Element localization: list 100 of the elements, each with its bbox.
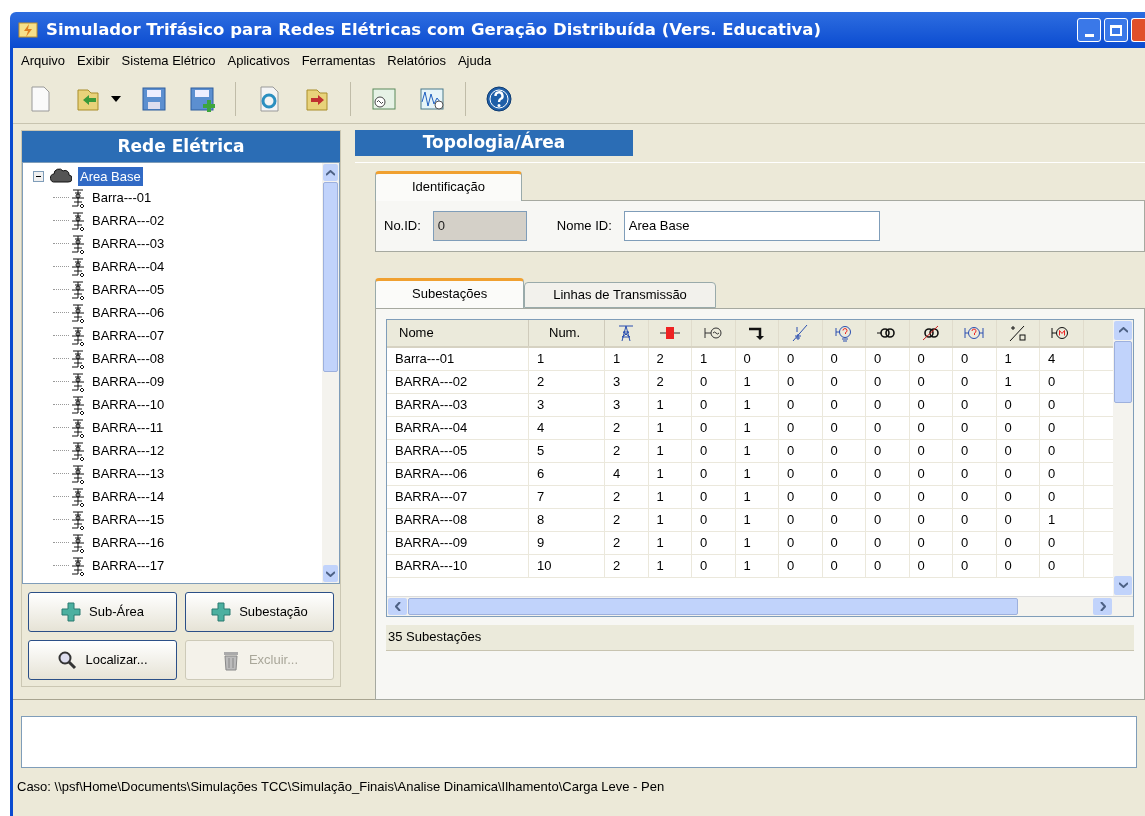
help-icon[interactable] <box>484 83 514 114</box>
collapse-toggle[interactable] <box>33 170 44 182</box>
table-cell: 0 <box>1040 416 1084 439</box>
panel-header: Topologia/Área <box>355 130 633 156</box>
menu-item[interactable]: Ajuda <box>457 51 492 71</box>
bus-icon <box>69 371 87 392</box>
action-button[interactable]: Sub-Área <box>28 592 177 632</box>
tree-item[interactable]: BARRA---04 <box>92 257 165 277</box>
table-cell: 5 <box>529 439 605 462</box>
table-cell: 0 <box>692 393 736 416</box>
table-cell: BARRA---09 <box>387 531 529 554</box>
table-cell: 3 <box>605 370 649 393</box>
horizontal-scrollbar[interactable] <box>387 595 1133 616</box>
table-cell: 0 <box>909 393 953 416</box>
table-cell: 0 <box>953 439 997 462</box>
tree-item[interactable]: BARRA---14 <box>92 487 165 507</box>
status-text: Caso: \\psf\Home\Documents\Simulações TCC\Simulação_Finais\Analise Dinamica\Ilhamento\Carga Leve - Pen <box>17 778 665 797</box>
table-cell: BARRA---06 <box>387 462 529 485</box>
scroll-thumb[interactable] <box>323 182 338 373</box>
tree-item[interactable]: BARRA---10 <box>92 395 165 415</box>
tree-item[interactable]: BARRA---05 <box>92 280 165 300</box>
tree-item[interactable]: BARRA---07 <box>92 326 165 346</box>
table-cell: 1 <box>996 370 1040 393</box>
tab[interactable]: Linhas de Transmissão <box>524 281 716 308</box>
menu-item[interactable]: Arquivo <box>21 51 66 71</box>
table-cell: 0 <box>779 347 823 370</box>
table-cell: 0 <box>692 554 736 577</box>
table-cell: 0 <box>866 439 910 462</box>
column-header[interactable]: Num. <box>529 319 605 346</box>
tree-item[interactable]: Area Base <box>78 166 143 187</box>
table-cell: 0 <box>822 370 866 393</box>
table-cell: 0 <box>953 393 997 416</box>
text-field[interactable]: Area Base <box>623 210 880 241</box>
tree-item[interactable]: BARRA---11 <box>92 418 164 438</box>
vertical-scrollbar[interactable] <box>322 163 339 583</box>
tab[interactable]: Subestações <box>375 277 525 308</box>
table-cell: 8 <box>529 508 605 531</box>
table-cell: 0 <box>909 462 953 485</box>
table-cell: 1 <box>692 347 736 370</box>
table-cell: 1 <box>605 347 649 370</box>
field-label: No.ID: <box>384 216 421 235</box>
tab[interactable]: Identificação <box>375 170 522 201</box>
bus-icon <box>69 210 87 231</box>
table-cell: 0 <box>866 508 910 531</box>
menu-item[interactable]: Ferramentas <box>301 51 376 71</box>
table-cell: 0 <box>822 508 866 531</box>
maximize-button[interactable] <box>1104 18 1128 42</box>
action-button[interactable]: Subestação <box>185 592 334 632</box>
table-cell: 3 <box>605 393 649 416</box>
table-cell: 1 <box>648 554 692 577</box>
table-cell: 1 <box>735 554 779 577</box>
table-cell: 0 <box>692 462 736 485</box>
table-cell: 0 <box>779 416 823 439</box>
tree-item[interactable]: BARRA---13 <box>92 464 165 484</box>
scroll-thumb[interactable] <box>408 597 1018 615</box>
table-cell: 1 <box>1040 508 1084 531</box>
table-cell: 9 <box>529 531 605 554</box>
table-cell: 0 <box>1040 462 1084 485</box>
cloud-icon <box>50 168 72 185</box>
action-button[interactable]: Localizar... <box>28 640 177 680</box>
tree-item[interactable]: BARRA---17 <box>92 556 165 576</box>
bus-icon <box>69 302 87 323</box>
tree-item[interactable]: BARRA---16 <box>92 533 165 553</box>
scroll-thumb[interactable] <box>1114 340 1132 403</box>
table-cell: BARRA---07 <box>387 485 529 508</box>
table-cell: 1 <box>735 370 779 393</box>
panel-header: Rede Elétrica <box>22 131 340 163</box>
menu-item[interactable]: Relatórios <box>387 51 446 71</box>
menu-item[interactable]: Sistema Elétrico <box>121 51 216 71</box>
tree-item[interactable]: BARRA---06 <box>92 303 165 323</box>
close-button[interactable] <box>1131 18 1145 42</box>
tree-item[interactable]: BARRA---03 <box>92 234 165 254</box>
table-cell: 1 <box>735 439 779 462</box>
table-cell: 0 <box>996 462 1040 485</box>
table-cell: 1 <box>529 347 605 370</box>
menu-item[interactable]: Aplicativos <box>227 51 290 71</box>
table-cell: BARRA---05 <box>387 439 529 462</box>
tree-item[interactable]: BARRA---08 <box>92 349 165 369</box>
table-cell: 0 <box>866 416 910 439</box>
tree-item[interactable]: BARRA---02 <box>92 211 165 231</box>
tree-item[interactable]: Barra---01 <box>92 188 152 208</box>
menu-item[interactable]: Exibir <box>77 51 110 71</box>
minimize-button[interactable] <box>1077 18 1101 42</box>
tree-item[interactable]: BARRA---12 <box>92 441 165 461</box>
table-cell: 0 <box>692 485 736 508</box>
table-cell: 1 <box>735 508 779 531</box>
table-cell: 1 <box>648 439 692 462</box>
search-icon <box>57 650 78 670</box>
bus-icon <box>69 256 87 277</box>
column-header[interactable]: Nome <box>387 319 529 346</box>
tree-item[interactable]: BARRA---09 <box>92 372 165 392</box>
table-cell: 4 <box>605 462 649 485</box>
tree-item[interactable]: BARRA---15 <box>92 510 165 530</box>
table-cell: 0 <box>822 485 866 508</box>
vertical-scrollbar[interactable] <box>1113 319 1133 596</box>
table-cell: BARRA---03 <box>387 393 529 416</box>
table-cell: 0 <box>953 485 997 508</box>
table-cell: 0 <box>735 347 779 370</box>
caret-icon[interactable] <box>111 95 121 102</box>
table-cell: 0 <box>866 462 910 485</box>
